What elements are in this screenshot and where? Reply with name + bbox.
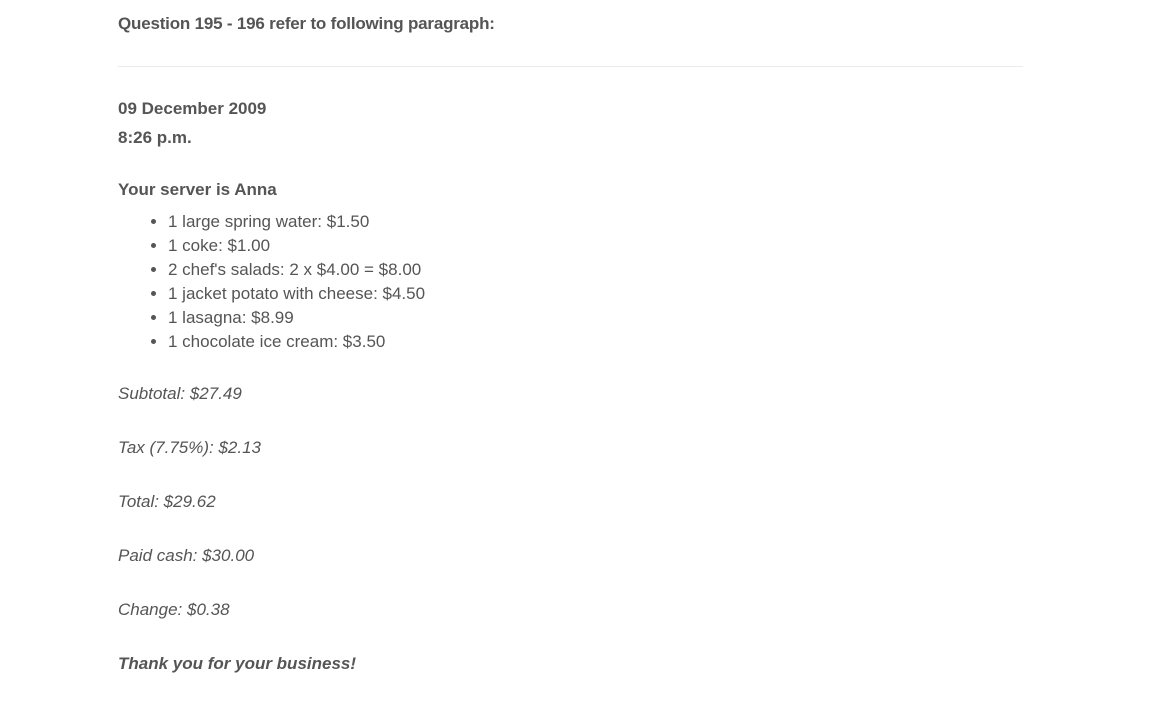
list-item: 1 lasagna: $8.99 xyxy=(168,306,1023,330)
page: Question 195 - 196 refer to following pa… xyxy=(0,0,1162,719)
change-line: Change: $0.38 xyxy=(118,600,230,619)
receipt-time: 8:26 p.m. xyxy=(118,128,192,147)
tax-line: Tax (7.75%): $2.13 xyxy=(118,438,262,457)
receipt: 09 December 2009 8:26 p.m. Your server i… xyxy=(118,94,1023,676)
server-line: Your server is Anna xyxy=(118,180,277,199)
item-list: 1 large spring water: $1.50 1 coke: $1.0… xyxy=(118,210,1023,354)
list-item: 2 chef's salads: 2 x $4.00 = $8.00 xyxy=(168,258,1023,282)
thanks-message: Thank you for your business! xyxy=(118,654,357,673)
subtotal-line: Subtotal: $27.49 xyxy=(118,384,242,403)
divider xyxy=(118,66,1023,67)
list-item: 1 large spring water: $1.50 xyxy=(168,210,1023,234)
receipt-date: 09 December 2009 xyxy=(118,99,267,118)
list-item: 1 coke: $1.00 xyxy=(168,234,1023,258)
total-line: Total: $29.62 xyxy=(118,492,216,511)
question-heading: Question 195 - 196 refer to following pa… xyxy=(118,14,495,33)
list-item: 1 chocolate ice cream: $3.50 xyxy=(168,330,1023,354)
paid-line: Paid cash: $30.00 xyxy=(118,546,255,565)
list-item: 1 jacket potato with cheese: $4.50 xyxy=(168,282,1023,306)
